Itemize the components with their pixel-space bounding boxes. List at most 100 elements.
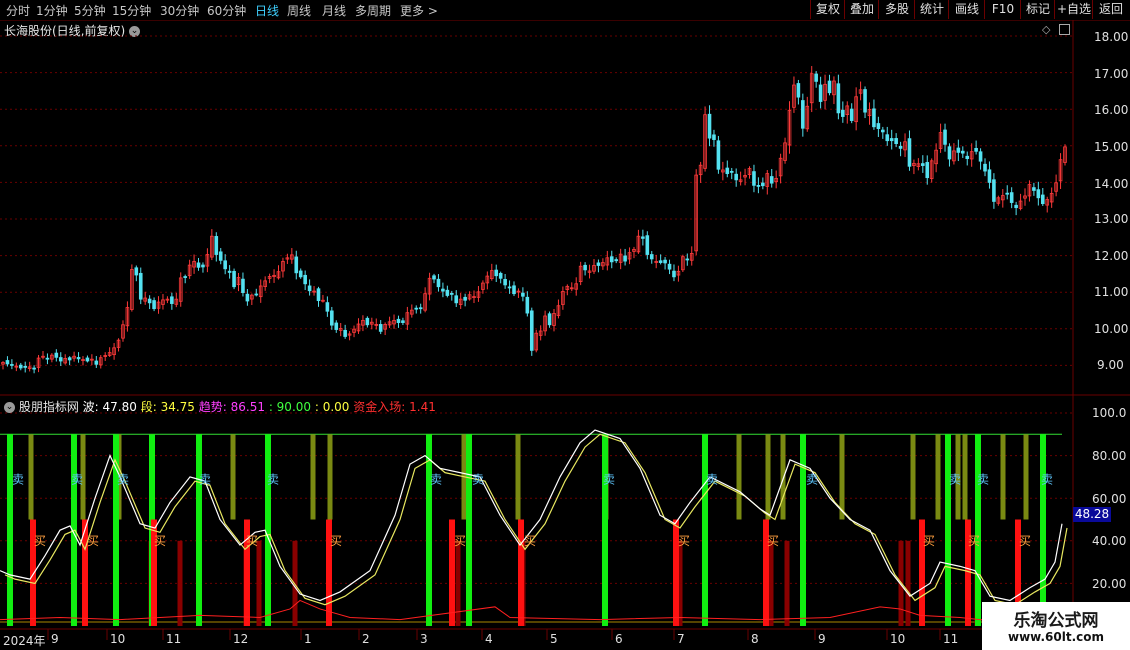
sell-signal-label: 卖: [199, 472, 211, 486]
sell-signal-label: 卖: [1041, 472, 1053, 486]
signal-bar-sell: [945, 434, 951, 626]
signal-bar-sell-zone: [1000, 434, 1006, 520]
candle-body: [170, 296, 174, 304]
candle-body: [396, 318, 401, 323]
site-watermark: 乐淘公式网 www.60lt.com: [982, 602, 1130, 650]
candle-body: [1036, 189, 1041, 199]
time-axis-label: 5: [550, 632, 558, 646]
indicator-item-value: 47.80: [102, 400, 137, 414]
candle-body: [609, 256, 614, 263]
candle-body: [223, 260, 227, 270]
sell-signal-label: 卖: [806, 472, 818, 486]
candle-body: [316, 288, 321, 302]
signal-bar-sell: [196, 434, 202, 626]
candle-body: [614, 259, 619, 262]
indicator-name: 股朋指标网: [18, 400, 79, 414]
time-axis-label: 7: [677, 632, 685, 646]
price-axis-label: 11.00: [1094, 285, 1129, 299]
candle-body: [925, 162, 930, 179]
indicator-item-value: 34.75: [160, 400, 195, 414]
signal-bar-capital: [905, 540, 911, 626]
candle-body: [152, 300, 156, 310]
sell-signal-label: 卖: [949, 472, 961, 486]
candle-body: [827, 80, 832, 94]
candle-body: [254, 293, 259, 296]
candle-body: [814, 73, 818, 82]
signal-bar-sell-zone: [1023, 434, 1029, 520]
candle-body: [529, 310, 534, 351]
candle-body: [1014, 204, 1018, 209]
candle-body: [663, 259, 667, 264]
indicator-item-value: 86.51: [230, 400, 265, 414]
candle-body: [801, 100, 805, 129]
candle-body: [507, 286, 512, 289]
signal-bar-sell-zone: [765, 434, 771, 520]
price-axis-label: 10.00: [1094, 322, 1129, 336]
indicator-axis-label: 40.00: [1092, 534, 1127, 548]
buy-signal-label: 买: [1019, 534, 1031, 548]
candle-body: [960, 150, 965, 154]
candle-body: [54, 352, 59, 358]
sell-signal-label: 卖: [71, 472, 83, 486]
candle-body: [18, 364, 23, 369]
buy-signal-label: 买: [454, 534, 466, 548]
signal-bar-sell-zone: [839, 434, 845, 520]
candle-body: [761, 182, 765, 187]
candle-body: [725, 167, 730, 175]
price-axis-label: 18.00: [1094, 30, 1129, 44]
buy-signal-label: 买: [678, 534, 690, 548]
candle-body: [227, 270, 232, 273]
candle-body: [796, 83, 801, 98]
indicator-item-label: 波:: [82, 400, 103, 414]
buy-signal-label: 买: [34, 534, 46, 548]
candle-body: [641, 236, 645, 239]
candle-body: [752, 171, 756, 186]
time-axis-label: 1: [304, 632, 312, 646]
candle-body: [94, 360, 99, 365]
time-axis-label: 8: [751, 632, 759, 646]
signal-bar-sell: [426, 434, 432, 626]
indicator-item-label: 段:: [140, 400, 161, 414]
candle-body: [885, 134, 890, 142]
sell-signal-label: 卖: [472, 472, 484, 486]
sell-signal-label: 卖: [267, 472, 279, 486]
indicator-axis-label: 20.00: [1092, 577, 1127, 591]
candle-body: [712, 134, 716, 140]
signal-bar-capital: [292, 540, 298, 626]
candle-body: [463, 296, 467, 301]
price-axis-label: 9.00: [1097, 358, 1124, 372]
indicator-item-value: 0.00: [322, 400, 350, 414]
candle-body: [218, 251, 223, 261]
indicator-header: ⌄ 股朋指标网 波: 47.80 段: 34.75 趋势: 86.51 : 90…: [4, 398, 436, 415]
watermark-title: 乐淘公式网: [1013, 611, 1099, 631]
price-axis-label: 13.00: [1094, 212, 1129, 226]
candle-body: [876, 123, 881, 129]
candle-body: [232, 270, 236, 288]
signal-bar-sell-zone: [910, 434, 916, 520]
candle-body: [898, 145, 903, 149]
indicator-axis-label: 80.00: [1092, 449, 1127, 463]
time-axis-label: 4: [485, 632, 493, 646]
candle-body: [983, 163, 987, 172]
candle-body: [378, 324, 383, 332]
candle-body: [987, 169, 992, 183]
signal-bar-sell-zone: [327, 434, 333, 520]
signal-bar-capital: [784, 540, 790, 626]
current-value-badge: 48.28: [1073, 507, 1111, 522]
buy-signal-label: 买: [923, 534, 935, 548]
chevron-down-icon[interactable]: ⌄: [4, 402, 15, 413]
price-axis-label: 16.00: [1094, 103, 1129, 117]
candle-body: [756, 185, 761, 187]
signal-bar-sell-zone: [28, 434, 34, 520]
candle-body: [147, 298, 152, 304]
time-axis-label: 9: [818, 632, 826, 646]
sell-signal-label: 卖: [430, 472, 442, 486]
candle-body: [365, 317, 370, 326]
candle-body: [76, 357, 81, 360]
candle-body: [685, 258, 690, 261]
candle-body: [658, 260, 663, 263]
time-axis-label: 11: [166, 632, 182, 646]
indicator-series: 卖 卖 卖 卖 卖 卖 卖 卖 卖 卖 卖 卖 卖买 买 买 买 买 买 买 买 买 买 买 买: [0, 429, 1068, 626]
candle-body: [583, 264, 587, 271]
candle-body: [241, 278, 245, 293]
